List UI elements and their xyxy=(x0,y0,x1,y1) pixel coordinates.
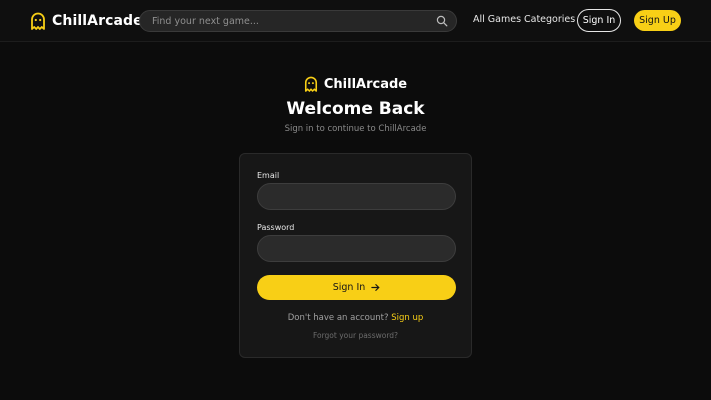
ghost-icon xyxy=(304,76,317,92)
signup-prompt: Don't have an account? Sign up xyxy=(240,313,471,323)
sign-up-link[interactable]: Sign up xyxy=(391,313,423,323)
page-title: Welcome Back xyxy=(286,99,425,119)
header-sign-up-button[interactable]: Sign Up xyxy=(634,10,681,31)
hero-brand-name: ChillArcade xyxy=(323,76,408,92)
nav-all-games[interactable]: All Games xyxy=(473,14,521,25)
email-field[interactable] xyxy=(257,183,456,210)
brand-logo[interactable]: ChillArcade xyxy=(30,10,143,32)
no-account-text: Don't have an account? xyxy=(287,313,389,323)
password-field[interactable] xyxy=(257,235,456,262)
page-subtitle: Sign in to continue to ChillArcade xyxy=(284,124,427,134)
search-bar xyxy=(139,10,457,32)
search-icon[interactable] xyxy=(436,15,448,27)
signin-page: ChillArcade All Games Categories Sign In… xyxy=(0,0,711,400)
signin-card: Email Password Sign In Don't have an acc… xyxy=(239,153,472,358)
sign-in-submit-label: Sign In xyxy=(332,282,366,293)
password-label: Password xyxy=(257,223,295,232)
forgot-password-link[interactable]: Forgot your password? xyxy=(240,331,471,340)
search-input[interactable] xyxy=(152,11,432,31)
nav-categories[interactable]: Categories xyxy=(524,14,575,25)
email-label: Email xyxy=(257,171,280,180)
arrow-right-icon xyxy=(371,284,380,291)
brand-name: ChillArcade xyxy=(52,13,143,29)
ghost-icon xyxy=(31,12,45,30)
top-nav-bar: ChillArcade All Games Categories Sign In… xyxy=(0,0,711,42)
hero-brand: ChillArcade xyxy=(0,74,711,94)
header-sign-in-button[interactable]: Sign In xyxy=(577,9,621,32)
sign-in-submit-button[interactable]: Sign In xyxy=(257,275,456,300)
